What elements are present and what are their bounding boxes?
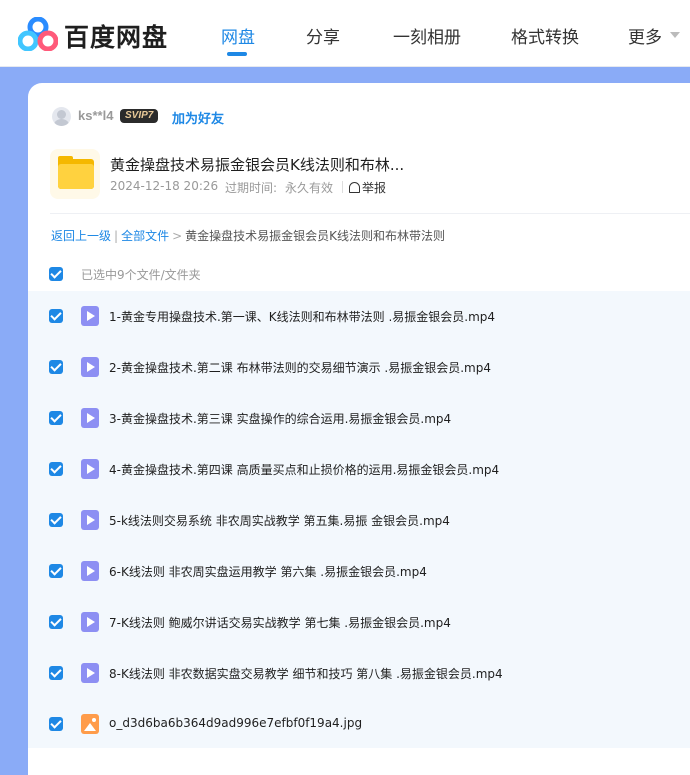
share-title: 黄金操盘技术易振金银会员K线法则和布林... — [110, 156, 405, 174]
chevron-right-icon: > — [172, 229, 183, 243]
folder-icon — [50, 149, 100, 199]
file-checkbox[interactable] — [49, 309, 63, 323]
file-row[interactable]: 2-黄金操盘技术.第二课 布林带法则的交易细节演示 .易振金银会员.mp4 — [28, 342, 690, 393]
file-checkbox[interactable] — [49, 717, 63, 731]
file-list: 1-黄金专用操盘技术.第一课、K线法则和布林带法则 .易振金银会员.mp4 2-… — [28, 291, 690, 748]
file-row[interactable]: 3-黄金操盘技术.第三课 实盘操作的综合运用.易振金银会员.mp4 — [28, 393, 690, 444]
breadcrumb: 返回上一级 | 全部文件 > 黄金操盘技术易振金银会员K线法则和布林带法则 — [51, 227, 445, 244]
report-button[interactable]: 举报 — [349, 179, 386, 196]
selection-count-label: 已选中9个文件/文件夹 — [81, 268, 201, 282]
nav-item-format-convert[interactable]: 格式转换 — [511, 23, 579, 48]
file-row[interactable]: 5-k线法则交易系统 非农周实战教学 第五集.易振 金银会员.mp4 — [28, 495, 690, 546]
expire-label: 过期时间: — [225, 181, 278, 195]
avatar[interactable] — [52, 107, 71, 126]
file-name[interactable]: 3-黄金操盘技术.第三课 实盘操作的综合运用.易振金银会员.mp4 — [109, 410, 451, 427]
breadcrumb-separator: | — [114, 229, 119, 243]
file-name[interactable]: 5-k线法则交易系统 非农周实战教学 第五集.易振 金银会员.mp4 — [109, 512, 450, 529]
divider — [50, 213, 690, 214]
video-file-icon — [81, 510, 99, 530]
file-checkbox[interactable] — [49, 360, 63, 374]
report-label: 举报 — [362, 181, 387, 195]
file-checkbox[interactable] — [49, 513, 63, 527]
share-created-time: 2024-12-18 20:26 — [110, 179, 219, 193]
nav-item-netdisk[interactable]: 网盘 — [221, 23, 255, 48]
file-checkbox[interactable] — [49, 564, 63, 578]
file-checkbox[interactable] — [49, 411, 63, 425]
breadcrumb-back-link[interactable]: 返回上一级 — [51, 229, 111, 243]
nav-item-share[interactable]: 分享 — [306, 23, 340, 48]
video-file-icon — [81, 459, 99, 479]
file-name[interactable]: 2-黄金操盘技术.第二课 布林带法则的交易细节演示 .易振金银会员.mp4 — [109, 359, 491, 376]
video-file-icon — [81, 306, 99, 326]
file-name[interactable]: 6-K线法则 非农周实盘运用教学 第六集 .易振金银会员.mp4 — [109, 563, 427, 580]
file-row[interactable]: 8-K线法则 非农数据实盘交易教学 细节和技巧 第八集 .易振金银会员.mp4 — [28, 648, 690, 699]
breadcrumb-all-files-link[interactable]: 全部文件 — [121, 229, 169, 243]
file-name[interactable]: o_d3d6ba6b364d9ad996e7efbf0f19a4.jpg — [109, 716, 362, 730]
video-file-icon — [81, 663, 99, 683]
chevron-down-icon[interactable] — [670, 32, 680, 38]
nav-item-moment-album[interactable]: 一刻相册 — [393, 23, 461, 48]
file-row[interactable]: o_d3d6ba6b364d9ad996e7efbf0f19a4.jpg — [28, 699, 690, 750]
file-row[interactable]: 7-K线法则 鲍威尔讲话交易实战教学 第七集 .易振金银会员.mp4 — [28, 597, 690, 648]
username[interactable]: ks**l4 — [78, 108, 113, 123]
logo-text[interactable]: 百度网盘 — [64, 18, 168, 54]
file-checkbox[interactable] — [49, 462, 63, 476]
file-checkbox[interactable] — [49, 615, 63, 629]
image-file-icon — [81, 714, 99, 734]
file-name[interactable]: 1-黄金专用操盘技术.第一课、K线法则和布林带法则 .易振金银会员.mp4 — [109, 308, 495, 325]
select-all-checkbox[interactable] — [49, 267, 63, 281]
video-file-icon — [81, 561, 99, 581]
nav-active-underline — [227, 52, 247, 56]
file-name[interactable]: 8-K线法则 非农数据实盘交易教学 细节和技巧 第八集 .易振金银会员.mp4 — [109, 665, 503, 682]
report-icon — [349, 182, 360, 193]
top-bar: 百度网盘 网盘 分享 一刻相册 格式转换 更多 — [0, 0, 690, 67]
select-all-row: 已选中9个文件/文件夹 — [49, 265, 449, 285]
file-row[interactable]: 1-黄金专用操盘技术.第一课、K线法则和布林带法则 .易振金银会员.mp4 — [28, 291, 690, 342]
baidu-netdisk-logo-icon[interactable] — [18, 17, 58, 51]
share-card: ks**l4 SVIP7 加为好友 黄金操盘技术易振金银会员K线法则和布林...… — [28, 83, 690, 775]
add-friend-button[interactable]: 加为好友 — [172, 108, 224, 127]
video-file-icon — [81, 357, 99, 377]
meta-divider — [342, 181, 343, 193]
file-name[interactable]: 4-黄金操盘技术.第四课 高质量买点和止损价格的运用.易振金银会员.mp4 — [109, 461, 499, 478]
video-file-icon — [81, 612, 99, 632]
file-checkbox[interactable] — [49, 666, 63, 680]
breadcrumb-current: 黄金操盘技术易振金银会员K线法则和布林带法则 — [185, 229, 446, 243]
file-row[interactable]: 6-K线法则 非农周实盘运用教学 第六集 .易振金银会员.mp4 — [28, 546, 690, 597]
nav-item-more[interactable]: 更多 — [628, 23, 662, 48]
file-name[interactable]: 7-K线法则 鲍威尔讲话交易实战教学 第七集 .易振金银会员.mp4 — [109, 614, 451, 631]
vip-badge: SVIP7 — [120, 109, 159, 123]
expire-value: 永久有效 — [285, 181, 334, 195]
video-file-icon — [81, 408, 99, 428]
file-row[interactable]: 4-黄金操盘技术.第四课 高质量买点和止损价格的运用.易振金银会员.mp4 — [28, 444, 690, 495]
